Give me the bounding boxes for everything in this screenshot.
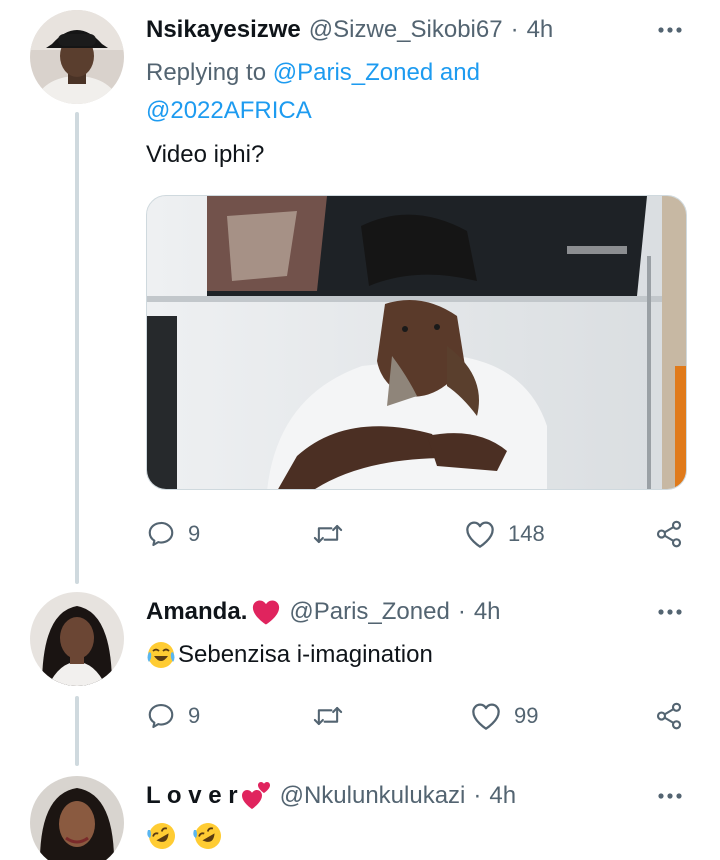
mention-link[interactable]: @Paris_Zoned [273,59,433,86]
heart-icon [466,521,494,548]
more-options-icon[interactable] [652,778,688,814]
retweet-button[interactable] [312,514,344,554]
replying-and[interactable]: and [440,59,480,86]
like-count: 148 [508,521,545,546]
display-name[interactable]: Amanda. [146,598,247,626]
replying-to: Replying to @Paris_Zoned and @2022AFRICA [146,54,480,130]
tweet-text-emojis [146,820,224,852]
reply-icon [148,703,174,729]
share-icon [656,520,682,548]
thread-line [75,112,79,584]
two-hearts-icon [240,781,272,811]
mention-link[interactable]: @2022AFRICA [146,97,312,124]
timestamp[interactable]: 4h [527,16,554,44]
tweet-3[interactable]: L o v e r @Nkulunkulukazi · 4h [0,770,720,860]
reply-count: 9 [188,521,201,546]
reply-count: 9 [188,703,201,728]
more-options-icon[interactable] [652,12,688,48]
retweet-button[interactable] [312,696,344,736]
retweet-icon [313,706,343,726]
share-button[interactable] [654,514,684,554]
tweet-text: Sebenzisa i-imagination [178,641,433,668]
heart-icon [472,703,500,730]
like-count: 99 [514,703,539,728]
crying-laughing-face-icon [146,640,176,670]
reply-button[interactable]: 9 [146,514,200,554]
thread-line [75,696,79,766]
rolling-on-floor-laughing-icon [192,820,224,852]
tweet-header: Amanda. @Paris_Zoned · 4h [146,592,501,632]
tweet-actions: 9 99 [146,696,692,736]
replying-prefix: Replying to [146,59,267,86]
tweet-actions: 9 148 [146,514,692,554]
user-handle[interactable]: @Paris_Zoned [289,598,449,626]
avatar-lover[interactable] [30,776,124,860]
separator: · [473,782,482,809]
separator: · [510,16,519,43]
tweet-2[interactable]: Amanda. @Paris_Zoned · 4h Sebenzisa i-im… [0,590,720,770]
like-button[interactable]: 148 [464,514,545,554]
like-button[interactable]: 99 [470,696,538,736]
user-handle[interactable]: @Nkulunkulukazi [280,782,466,810]
tweet-header: L o v e r @Nkulunkulukazi · 4h [146,776,516,816]
rolling-on-floor-laughing-icon [146,820,178,852]
retweet-icon [313,524,343,544]
share-button[interactable] [654,696,684,736]
timestamp[interactable]: 4h [474,598,501,626]
tweet-1[interactable]: Nsikayesizwe @Sizwe_Sikobi67 · 4h Replyi… [0,0,720,590]
tweet-text-row: Sebenzisa i-imagination [146,638,433,672]
user-handle[interactable]: @Sizwe_Sikobi67 [309,16,503,44]
tweet-header: Nsikayesizwe @Sizwe_Sikobi67 · 4h [146,10,553,50]
avatar-amanda[interactable] [30,592,124,686]
timestamp[interactable]: 4h [489,782,516,810]
display-name[interactable]: L o v e r [146,782,238,810]
red-heart-icon [251,598,281,626]
tweet-media-image[interactable] [146,195,687,490]
share-icon [656,702,682,730]
tweet-text: Video iphi? [146,141,265,168]
avatar-nsikayesizwe[interactable] [30,10,124,104]
reply-button[interactable]: 9 [146,696,200,736]
more-options-icon[interactable] [652,594,688,630]
display-name[interactable]: Nsikayesizwe [146,16,301,44]
separator: · [457,598,466,625]
reply-icon [148,521,174,547]
